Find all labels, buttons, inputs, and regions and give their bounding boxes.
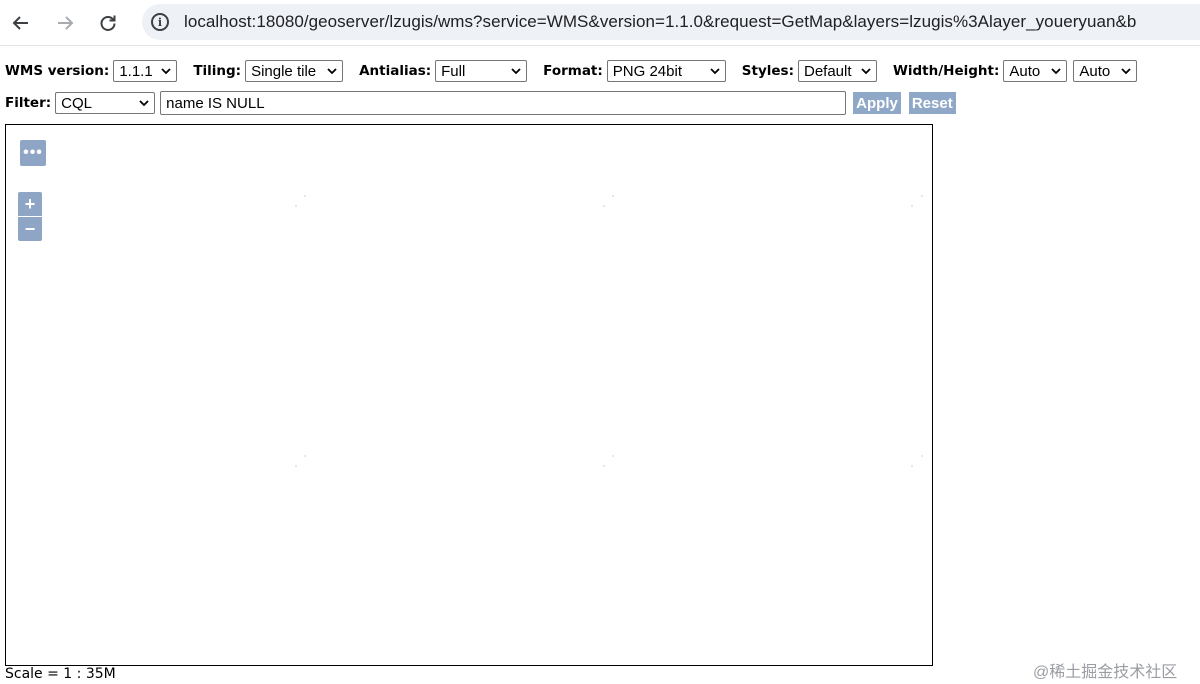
zoom-out-button[interactable]: − [18, 217, 42, 241]
scale-readout: Scale = 1 : 35M [5, 666, 116, 682]
format-select[interactable]: PNG 24bit [606, 60, 726, 82]
zoom-in-button[interactable]: + [18, 192, 42, 216]
width-value: Auto [1009, 62, 1041, 80]
wms-version-label: WMS version: [5, 63, 110, 79]
height-value: Auto [1079, 62, 1111, 80]
tile-speck [304, 195, 306, 197]
tile-speck [603, 205, 605, 207]
url-text[interactable]: localhost:18080/geoserver/lzugis/wms?ser… [184, 12, 1136, 32]
filter-input-value: name IS NULL [166, 94, 265, 112]
filter-type-value: CQL [61, 94, 92, 112]
chevron-down-icon [1051, 68, 1062, 75]
chevron-down-icon [139, 100, 149, 107]
watermark: @稀土掘金技术社区 [1033, 664, 1178, 681]
antialias-label: Antialias: [359, 63, 432, 79]
tile-speck [921, 455, 923, 457]
reset-button[interactable]: Reset [908, 92, 956, 114]
reload-icon [100, 15, 116, 31]
address-bar[interactable]: i localhost:18080/geoserver/lzugis/wms?s… [142, 4, 1200, 40]
filter-type-select[interactable]: CQL [55, 92, 156, 114]
styles-value: Default [803, 62, 852, 80]
wms-version-select[interactable]: 1.1.1 [113, 60, 178, 82]
tiling-select[interactable]: Single tile [245, 60, 344, 82]
antialias-select[interactable]: Full [435, 60, 528, 82]
back-arrow-icon [12, 16, 28, 30]
tile-speck [612, 455, 614, 457]
tile-speck [911, 205, 913, 207]
tiling-value: Single tile [251, 62, 317, 80]
tile-speck [911, 465, 913, 467]
tiling-label: Tiling: [193, 63, 242, 79]
format-label: Format: [543, 63, 603, 79]
site-info-icon[interactable]: i [151, 13, 169, 31]
forward-button[interactable] [50, 8, 80, 38]
chevron-down-icon [1121, 68, 1132, 75]
tile-speck [612, 195, 614, 197]
apply-button[interactable]: Apply [853, 92, 901, 114]
tile-speck [304, 455, 306, 457]
chevron-down-icon [327, 68, 337, 75]
tile-speck [603, 465, 605, 467]
browser-toolbar: i localhost:18080/geoserver/lzugis/wms?s… [0, 0, 1200, 46]
tile-speck [295, 465, 297, 467]
styles-label: Styles: [741, 63, 794, 79]
format-value: PNG 24bit [612, 62, 682, 80]
tile-speck [921, 195, 923, 197]
layer-switcher-button[interactable]: ••• [20, 140, 46, 166]
reload-button[interactable] [93, 8, 123, 38]
filter-label: Filter: [5, 95, 52, 111]
chevron-down-icon [710, 68, 720, 75]
width-height-label: Width/Height: [892, 63, 1000, 79]
tile-speck [295, 205, 297, 207]
filter-row: Filter: CQL name IS NULL Apply Reset [5, 91, 956, 115]
wms-options-row: WMS version: 1.1.1 Tiling: Single tile A… [5, 59, 1138, 83]
forward-arrow-icon [58, 16, 74, 30]
chevron-down-icon [161, 68, 171, 75]
wms-version-value: 1.1.1 [119, 62, 153, 80]
chevron-down-icon [861, 68, 871, 75]
height-select[interactable]: Auto [1073, 60, 1138, 82]
back-button[interactable] [6, 8, 36, 38]
width-select[interactable]: Auto [1003, 60, 1068, 82]
antialias-value: Full [441, 62, 466, 80]
filter-input[interactable]: name IS NULL [160, 91, 847, 115]
map-viewport[interactable]: ••• + − [5, 124, 933, 666]
chevron-down-icon [511, 68, 521, 75]
styles-select[interactable]: Default [797, 60, 877, 82]
